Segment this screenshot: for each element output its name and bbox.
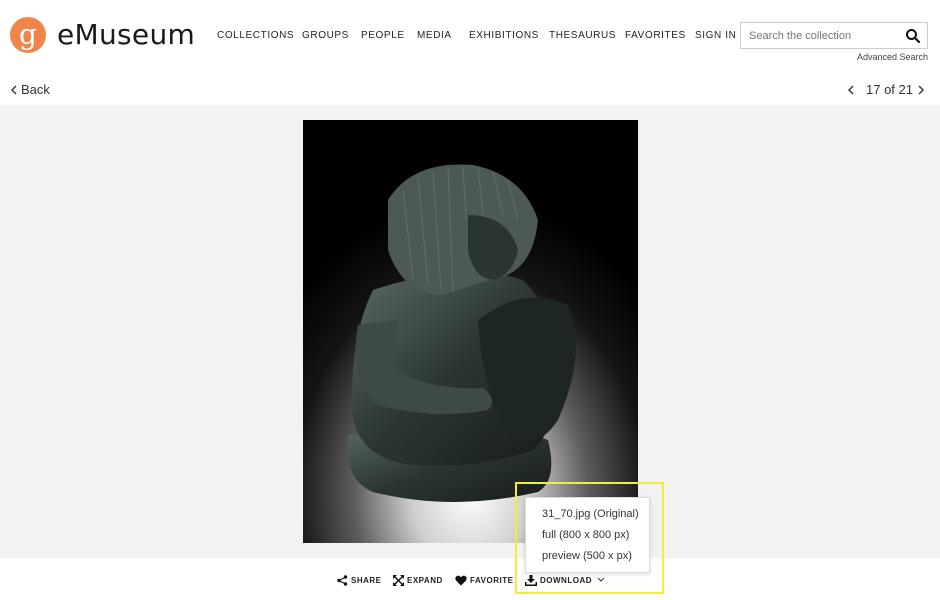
download-option-preview[interactable]: preview (500 x px) <box>542 550 632 562</box>
sculpture-illustration <box>303 120 638 543</box>
chevron-left-icon <box>848 85 854 95</box>
brand-name[interactable]: eMuseum <box>57 18 195 51</box>
emuseum-logo[interactable]: g <box>10 17 46 53</box>
favorite-button[interactable]: FAVORITE <box>455 568 513 592</box>
nav-media[interactable]: MEDIA <box>417 30 452 41</box>
download-menu: 31_70.jpg (Original) full (800 x 800 px)… <box>525 497 650 573</box>
previous-record-button[interactable] <box>846 82 858 98</box>
chevron-right-icon <box>918 85 924 95</box>
chevron-left-icon <box>11 85 17 95</box>
back-link[interactable]: Back <box>10 82 50 97</box>
search-input[interactable] <box>741 23 901 48</box>
share-button[interactable]: SHARE <box>337 568 382 592</box>
logo-g-glyph: g <box>19 18 37 51</box>
search-icon[interactable] <box>905 28 921 44</box>
download-option-original[interactable]: 31_70.jpg (Original) <box>542 508 639 520</box>
search-box <box>740 22 928 49</box>
back-label: Back <box>21 82 50 97</box>
advanced-search-link[interactable]: Advanced Search <box>857 52 928 62</box>
nav-favorites[interactable]: FAVORITES <box>625 30 686 41</box>
nav-people[interactable]: PEOPLE <box>361 30 405 41</box>
record-position: 17 of 21 <box>866 82 913 97</box>
expand-label: EXPAND <box>407 575 443 585</box>
svg-text:g: g <box>19 18 37 51</box>
artwork-image[interactable] <box>303 120 638 543</box>
nav-sign-in[interactable]: SIGN IN <box>695 30 736 41</box>
nav-exhibitions[interactable]: EXHIBITIONS <box>469 30 539 41</box>
download-label: DOWNLOAD <box>540 575 592 585</box>
next-record-button[interactable] <box>916 82 928 98</box>
nav-thesaurus[interactable]: THESAURUS <box>549 30 616 41</box>
heart-icon <box>455 575 467 585</box>
download-option-full[interactable]: full (800 x 800 px) <box>542 529 629 541</box>
share-label: SHARE <box>351 575 382 585</box>
media-viewer <box>0 105 940 558</box>
site-header: g eMuseum COLLECTIONS GROUPS PEOPLE MEDI… <box>0 0 940 72</box>
nav-collections[interactable]: COLLECTIONS <box>217 30 294 41</box>
download-icon <box>525 574 537 586</box>
media-toolbar: SHARE EXPAND FAVORITE DOWNLOAD <box>0 568 940 592</box>
expand-icon <box>393 574 404 586</box>
nav-groups[interactable]: GROUPS <box>302 30 349 41</box>
share-icon <box>337 574 348 586</box>
favorite-label: FAVORITE <box>470 575 514 585</box>
expand-button[interactable]: EXPAND <box>393 568 443 592</box>
chevron-down-icon <box>597 577 605 582</box>
